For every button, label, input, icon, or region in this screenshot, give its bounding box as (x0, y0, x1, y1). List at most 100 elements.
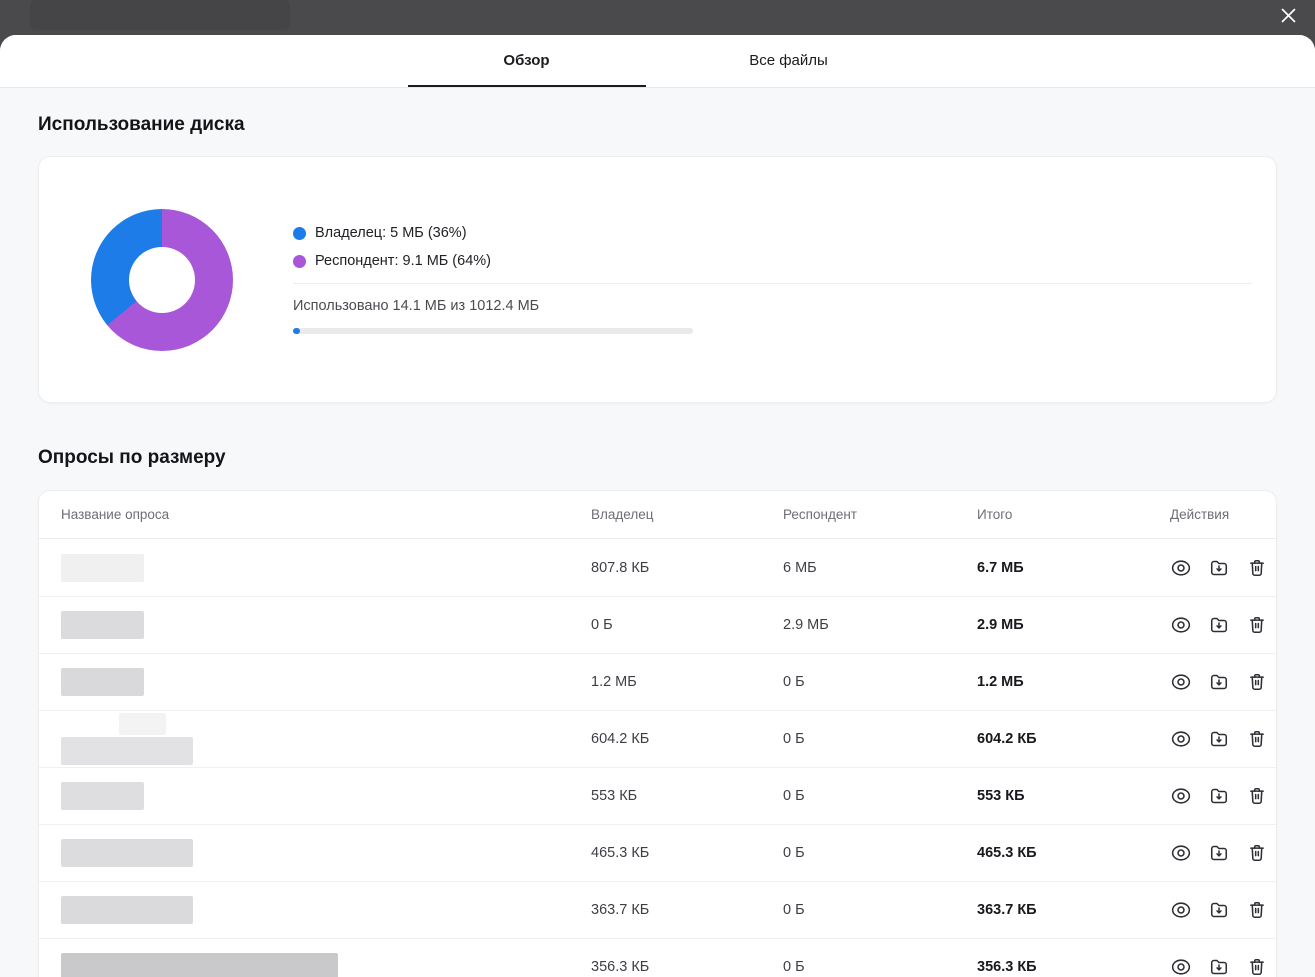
delete-button[interactable] (1246, 899, 1268, 921)
delete-button[interactable] (1246, 842, 1268, 864)
view-button[interactable] (1170, 557, 1192, 579)
row-actions (1170, 785, 1268, 807)
download-button[interactable] (1208, 842, 1230, 864)
surveys-by-size-title: Опросы по размеру (38, 447, 226, 468)
view-button[interactable] (1170, 899, 1192, 921)
download-button[interactable] (1208, 671, 1230, 693)
total-size-value: 2.9 МБ (977, 617, 1024, 633)
folder-download-icon (1208, 902, 1230, 924)
tab-overview[interactable]: Обзор (407, 35, 646, 87)
redacted-name-block (61, 896, 193, 924)
legend-item-respondent: Респондент: 9.1 МБ (64%) (293, 253, 1252, 269)
redacted-name-block (61, 953, 338, 977)
close-button[interactable] (1273, 2, 1303, 32)
surveys-table-card: Название опроса Владелец Респондент Итог… (38, 490, 1277, 977)
column-header-actions: Действия (1170, 507, 1230, 522)
row-actions (1170, 728, 1268, 750)
folder-download-icon (1208, 674, 1230, 696)
owner-size-value: 553 КБ (591, 788, 638, 804)
download-button[interactable] (1208, 899, 1230, 921)
trash-icon (1246, 787, 1268, 810)
redacted-name-block (61, 737, 193, 765)
table-row: 356.3 КБ 0 Б 356.3 КБ (39, 938, 1276, 977)
download-button[interactable] (1208, 557, 1230, 579)
table-row: 363.7 КБ 0 Б 363.7 КБ (39, 881, 1276, 938)
table-row: 0 Б 2.9 МБ 2.9 МБ (39, 596, 1276, 653)
delete-button[interactable] (1246, 671, 1268, 693)
owner-legend-dot (293, 226, 306, 240)
owner-size-value: 1.2 МБ (591, 674, 637, 690)
table-row: 465.3 КБ 0 Б 465.3 КБ (39, 824, 1276, 881)
table-header-row: Название опроса Владелец Респондент Итог… (39, 491, 1276, 539)
download-button[interactable] (1208, 728, 1230, 750)
disk-usage-card: Владелец: 5 МБ (36%) Респондент: 9.1 МБ … (38, 156, 1277, 403)
divider (293, 283, 1252, 284)
table-row: 807.8 КБ 6 МБ 6.7 МБ (39, 539, 1276, 596)
redacted-name-block (61, 839, 193, 867)
view-button[interactable] (1170, 842, 1192, 864)
eye-icon (1170, 559, 1192, 582)
legend-item-owner: Владелец: 5 МБ (36%) (293, 225, 1252, 241)
trash-icon (1246, 901, 1268, 924)
download-button[interactable] (1208, 614, 1230, 636)
owner-size-value: 356.3 КБ (591, 959, 650, 975)
usage-progress-bar (293, 328, 693, 334)
eye-icon (1170, 788, 1192, 810)
view-button[interactable] (1170, 671, 1192, 693)
disk-usage-donut-chart (91, 208, 233, 351)
view-button[interactable] (1170, 785, 1192, 807)
usage-summary-text: Использовано 14.1 МБ из 1012.4 МБ (293, 298, 540, 314)
row-actions (1170, 671, 1268, 693)
view-button[interactable] (1170, 956, 1192, 977)
dimmed-backdrop (0, 0, 1315, 35)
total-size-value: 363.7 КБ (977, 902, 1037, 918)
respondent-size-value: 0 Б (783, 845, 805, 861)
folder-download-icon (1208, 617, 1230, 639)
redacted-name-line (119, 713, 166, 735)
survey-name-cell (61, 839, 591, 867)
folder-download-icon (1208, 845, 1230, 867)
respondent-size-value: 0 Б (783, 674, 805, 690)
folder-download-icon (1208, 788, 1230, 810)
owner-size-value: 807.8 КБ (591, 559, 650, 576)
column-header-name: Название опроса (61, 507, 170, 522)
tab-all-files[interactable]: Все файлы (670, 35, 908, 87)
trash-icon (1246, 844, 1268, 867)
view-button[interactable] (1170, 728, 1192, 750)
survey-name-cell (61, 896, 591, 924)
delete-button[interactable] (1246, 785, 1268, 807)
delete-button[interactable] (1246, 614, 1268, 636)
eye-icon (1170, 674, 1192, 696)
download-button[interactable] (1208, 956, 1230, 977)
modal-content: Использование диска Владелец: 5 МБ (36%)… (0, 88, 1315, 977)
owner-legend-label: Владелец: 5 МБ (36%) (315, 225, 467, 241)
total-size-value: 465.3 КБ (977, 845, 1037, 861)
disk-usage-title: Использование диска (38, 114, 245, 135)
survey-name-cell (61, 668, 591, 696)
trash-icon (1246, 730, 1268, 753)
eye-icon (1170, 617, 1192, 639)
survey-name-cell (61, 553, 591, 582)
delete-button[interactable] (1246, 956, 1268, 977)
view-button[interactable] (1170, 614, 1192, 636)
survey-name-cell (61, 611, 591, 639)
trash-icon (1246, 673, 1268, 696)
row-actions (1170, 899, 1268, 921)
trash-icon (1246, 958, 1268, 977)
owner-size-value: 0 Б (591, 617, 613, 633)
delete-button[interactable] (1246, 557, 1268, 579)
respondent-size-value: 0 Б (783, 902, 805, 918)
table-body: 807.8 КБ 6 МБ 6.7 МБ 0 Б 2.9 МБ 2.9 МБ 1… (39, 539, 1276, 977)
folder-download-icon (1208, 560, 1230, 582)
row-actions (1170, 557, 1268, 579)
download-button[interactable] (1208, 785, 1230, 807)
trash-icon (1246, 616, 1268, 639)
close-icon (1280, 7, 1297, 27)
folder-download-icon (1208, 959, 1230, 977)
delete-button[interactable] (1246, 728, 1268, 750)
total-size-value: 356.3 КБ (977, 959, 1037, 975)
total-size-value: 6.7 МБ (977, 559, 1024, 576)
eye-icon (1170, 845, 1192, 867)
redacted-name-block (61, 782, 144, 810)
respondent-size-value: 0 Б (783, 959, 805, 975)
